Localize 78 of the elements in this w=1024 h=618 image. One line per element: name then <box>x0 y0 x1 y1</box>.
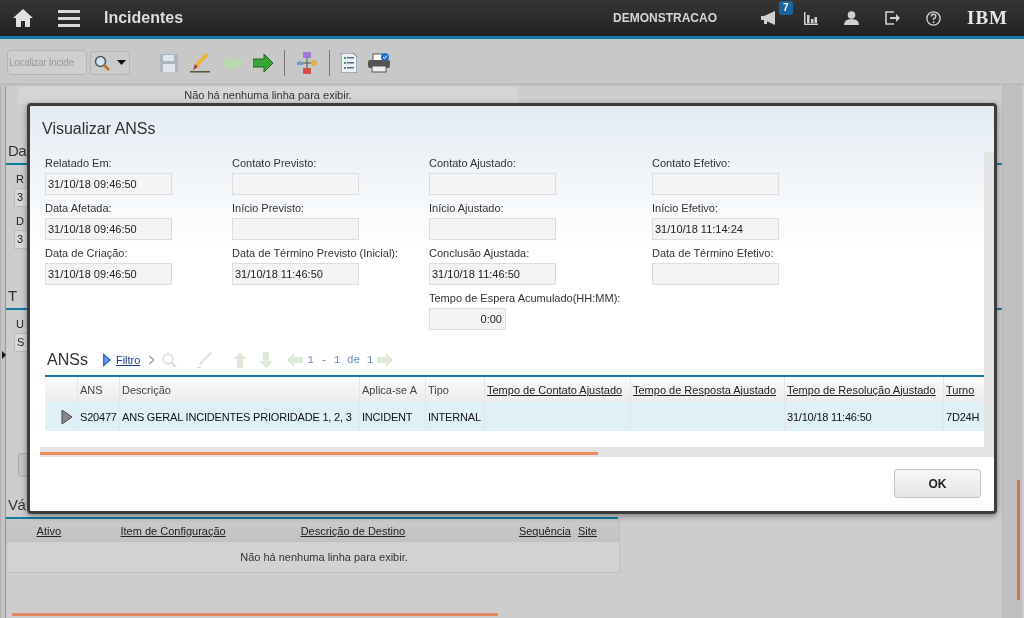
search-menu-button[interactable] <box>90 50 130 75</box>
input-field: 31/10/18 09:46:50 <box>45 218 172 240</box>
horizontal-scrollbar[interactable] <box>12 613 498 616</box>
table-cell: INTERNAL <box>428 410 481 423</box>
field-label: Início Efetivo: <box>652 202 720 215</box>
field-label: Contato Efetivo: <box>652 157 732 170</box>
field-label: Contato Previsto: <box>232 157 318 170</box>
column-sort-link[interactable]: Ativo <box>36 524 62 537</box>
input-field: 31/10/18 11:46:50 <box>232 263 359 285</box>
column-sort-link[interactable]: Tempo de Resposta Ajustado <box>633 383 777 396</box>
filter-link[interactable]: Filtro <box>115 354 141 366</box>
ok-button[interactable]: OK <box>894 469 981 498</box>
input-field: 31/10/18 09:46:50 <box>45 263 172 285</box>
report-icon[interactable] <box>341 52 357 73</box>
dialog-title: Visualizar ANSs <box>41 119 157 138</box>
table-cell: S20477 <box>80 410 117 423</box>
menu-icon[interactable] <box>58 9 80 27</box>
horizontal-scrollbar[interactable] <box>40 447 984 457</box>
field-label: Data de Criação: <box>45 247 129 260</box>
field-label: Início Ajustado: <box>429 202 505 215</box>
column-header: ANS <box>80 383 103 396</box>
field-label: U <box>16 318 24 330</box>
page-title: Incidentes <box>104 9 184 27</box>
field-label: Conclusão Ajustada: <box>429 247 531 260</box>
help-icon[interactable] <box>926 10 941 26</box>
user-name: DEMONSTRACAO <box>613 11 717 25</box>
column-header: Aplica-se A <box>362 383 418 396</box>
brand-logo: IBM <box>967 7 1008 29</box>
column-sort-link[interactable]: Descrição de Destino <box>300 524 406 537</box>
caret-icon <box>116 60 126 65</box>
table-row[interactable]: S20477 ANS GERAL INCIDENTES PRIORIDADE 1, 2, 3 INCIDENT INTERNAL 31/10/18 11:46:50 7D24H <box>45 402 985 431</box>
field-label: Relatado Em: <box>45 157 113 170</box>
user-icon[interactable] <box>844 11 859 25</box>
column-sort-link[interactable]: Item de Configuração <box>120 524 226 537</box>
expand-row-icon[interactable] <box>59 409 73 424</box>
table-cell: INCIDENT <box>362 410 413 423</box>
logout-icon[interactable] <box>885 11 900 25</box>
vertical-scrollbar[interactable] <box>1002 86 1022 618</box>
scrollbar-thumb[interactable] <box>40 452 598 455</box>
table-cell: 31/10/18 11:46:50 <box>787 410 872 423</box>
pencil-icon[interactable] <box>189 52 211 73</box>
expand-handle-icon[interactable] <box>2 351 6 359</box>
empty-message: Não há nenhuma linha para exibir. <box>184 89 352 101</box>
input-field: 31/10/18 11:14:24 <box>652 218 779 240</box>
column-sort-link[interactable]: Turno <box>946 383 975 396</box>
notification-badge: 7 <box>779 1 793 15</box>
table-title: ANSs <box>47 351 88 369</box>
forward-arrow-icon[interactable] <box>253 53 273 72</box>
filter-toggle-icon[interactable] <box>102 353 111 367</box>
input-field: 31/10/18 09:46:50 <box>45 173 172 195</box>
column-sort-link[interactable]: Sequência <box>518 524 571 537</box>
field-label: Contato Ajustado: <box>429 157 517 170</box>
table-cell: ANS GERAL INCIDENTES PRIORIDADE 1, 2, 3 <box>122 410 352 423</box>
column-sort-link[interactable]: Site <box>578 524 597 537</box>
workflow-icon[interactable] <box>296 51 318 74</box>
chevron-icon[interactable] <box>149 356 155 364</box>
field-label: Data de Término Efetivo: <box>652 247 775 260</box>
field-label: D <box>16 215 24 227</box>
field-label: R <box>16 173 24 185</box>
bar-chart-icon[interactable] <box>804 11 818 25</box>
empty-message: Não há nenhuma linha para exibir. <box>240 551 408 563</box>
field-label: Data de Término Previsto (Inicial): <box>232 247 400 260</box>
input-field: 31/10/18 11:46:50 <box>429 263 556 285</box>
home-icon[interactable] <box>12 8 34 28</box>
column-sort-link[interactable]: Tempo de Contato Ajustado <box>487 383 623 396</box>
search-icon <box>94 54 111 71</box>
field-label: Início Previsto: <box>232 202 306 215</box>
printer-icon[interactable] <box>368 52 390 73</box>
input-field: 0:00 <box>429 308 506 330</box>
table-cell: 7D24H <box>946 410 980 423</box>
column-header: Tipo <box>428 383 449 396</box>
column-sort-link[interactable]: Tempo de Resolução Ajustado <box>787 383 936 396</box>
megaphone-icon[interactable] <box>760 11 776 25</box>
field-label: Data Afetada: <box>45 202 113 215</box>
pagination-text: 1 - 1 de 1 <box>307 354 374 366</box>
column-header: Descrição <box>122 383 171 396</box>
field-label: Tempo de Espera Acumulado(HH:MM): <box>429 292 622 305</box>
vertical-scrollbar[interactable] <box>984 152 994 457</box>
